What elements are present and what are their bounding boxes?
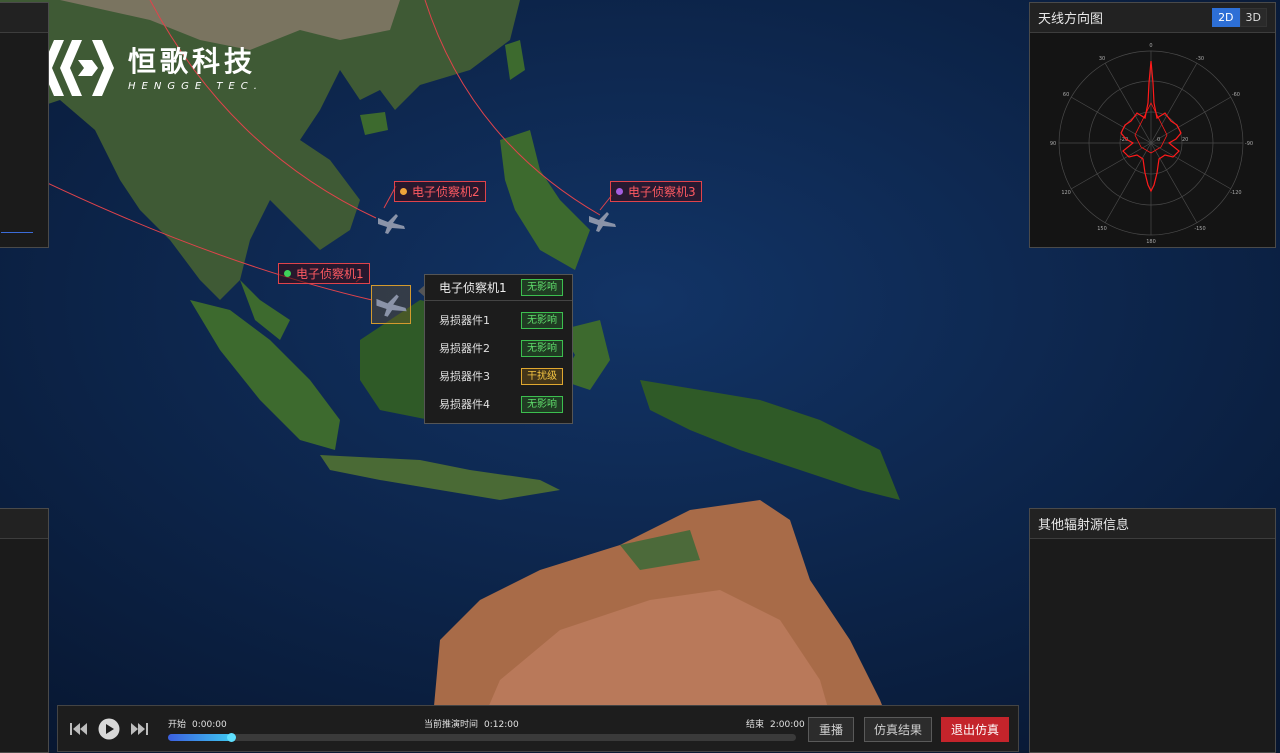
aircraft-2-icon[interactable]	[374, 210, 408, 236]
polar-radial-label: 0	[1157, 137, 1160, 143]
other-emitters-title: 其他辐射源信息	[1038, 518, 1130, 533]
polar-angle-label: 180	[1146, 239, 1156, 245]
aircraft-1-selected[interactable]	[371, 285, 411, 324]
device-row: 易损器件4 无影响	[425, 390, 572, 418]
left-bottom-panel-header	[0, 509, 48, 539]
device-row: 易损器件1 无影响	[425, 306, 572, 334]
polar-angle-label: 30	[1099, 56, 1105, 62]
device-status-badge: 无影响	[521, 395, 563, 413]
device-name: 易损器件1	[439, 314, 490, 327]
timeline-track[interactable]	[168, 733, 796, 742]
polar-angle-label: -30	[1196, 56, 1204, 62]
left-top-panel-header	[0, 3, 48, 33]
aircraft-3-icon[interactable]	[585, 208, 619, 234]
brand-name-cn: 恒歌科技	[128, 44, 257, 78]
timeline-progress	[168, 734, 231, 741]
polar-angle-label: 60	[1063, 92, 1069, 98]
polar-angle-label: -150	[1194, 226, 1205, 232]
antenna-panel-title: 天线方向图	[1038, 12, 1104, 27]
device-status-badge: 干扰级	[521, 367, 563, 385]
device-status-badge: 无影响	[521, 339, 563, 357]
brand-name-en: HENGGE TEC.	[128, 80, 263, 92]
popup-title-status: 无影响	[521, 279, 563, 296]
left-bottom-panel	[0, 508, 49, 753]
results-button[interactable]: 仿真结果	[864, 717, 932, 742]
polar-angle-label: -90	[1245, 141, 1253, 147]
device-name: 易损器件2	[439, 342, 490, 355]
polar-angle-label: 120	[1061, 190, 1071, 196]
brand-logo: 恒歌科技 HENGGE TEC.	[42, 40, 263, 98]
aircraft-label-text: 电子侦察机2	[412, 185, 480, 199]
polar-angle-label: -120	[1230, 190, 1241, 196]
aircraft-detail-popup: 电子侦察机1 无影响 易损器件1 无影响 易损器件2 无影响 易损器件3 干扰级…	[418, 274, 573, 424]
other-emitters-panel: 其他辐射源信息	[1029, 508, 1276, 753]
polar-angle-label: 90	[1050, 141, 1056, 147]
hengge-logo-icon	[42, 40, 114, 96]
device-name: 易损器件3	[439, 370, 490, 383]
aircraft-label-3[interactable]: 电子侦察机3	[610, 181, 702, 202]
device-status-badge: 无影响	[521, 311, 563, 329]
antenna-polar-plot: 0-30-60-90-120-150180150120906030200-20	[1050, 43, 1253, 245]
aircraft-label-text: 电子侦察机3	[628, 185, 696, 199]
toggle-3d[interactable]: 3D	[1239, 8, 1267, 27]
status-dot	[616, 188, 623, 195]
status-dot	[400, 188, 407, 195]
device-name: 易损器件4	[439, 398, 490, 411]
device-row: 易损器件2 无影响	[425, 334, 572, 362]
playback-control-bar: 开始 0:00:00 当前推演时间 0:12:00 结束 2:00:00 重播 仿真结…	[57, 705, 1019, 752]
timeline-end: 结束 2:00:00	[746, 720, 805, 730]
aircraft-1-icon	[376, 294, 407, 317]
antenna-pattern-panel: 天线方向图 2D 3D 0 -30 -60 -90 -120 -150 180 150 120 9…	[1029, 2, 1276, 248]
device-row: 易损器件3 干扰级	[425, 362, 572, 390]
aircraft-label-text: 电子侦察机1	[296, 267, 364, 281]
replay-button[interactable]: 重播	[808, 717, 854, 742]
play-icon[interactable]	[98, 718, 120, 740]
skip-back-icon[interactable]	[70, 722, 88, 736]
polar-angle-label: -60	[1232, 92, 1240, 98]
polar-angle-label: 0	[1149, 43, 1152, 49]
toggle-2d[interactable]: 2D	[1212, 8, 1240, 27]
exit-simulation-button[interactable]: 退出仿真	[941, 717, 1009, 742]
polar-radial-label: 20	[1182, 137, 1188, 143]
timeline-start: 开始 0:00:00	[168, 720, 227, 730]
aircraft-label-2[interactable]: 电子侦察机2	[394, 181, 486, 202]
timeline-current: 当前推演时间 0:12:00	[424, 720, 519, 730]
skip-forward-icon[interactable]	[130, 722, 148, 736]
polar-chart-area: 0 -30 -60 -90 -120 -150 180 150 120 90 60 30 20 0 -20	[1030, 33, 1275, 247]
aircraft-label-1[interactable]: 电子侦察机1	[278, 263, 370, 284]
left-top-panel	[0, 2, 49, 248]
timeline-handle[interactable]	[226, 733, 236, 742]
polar-angle-label: 150	[1097, 226, 1107, 232]
view-toggle[interactable]: 2D 3D	[1212, 8, 1267, 27]
status-dot	[284, 270, 291, 277]
popup-title: 电子侦察机1	[439, 281, 507, 295]
left-top-panel-series-line	[1, 232, 33, 233]
